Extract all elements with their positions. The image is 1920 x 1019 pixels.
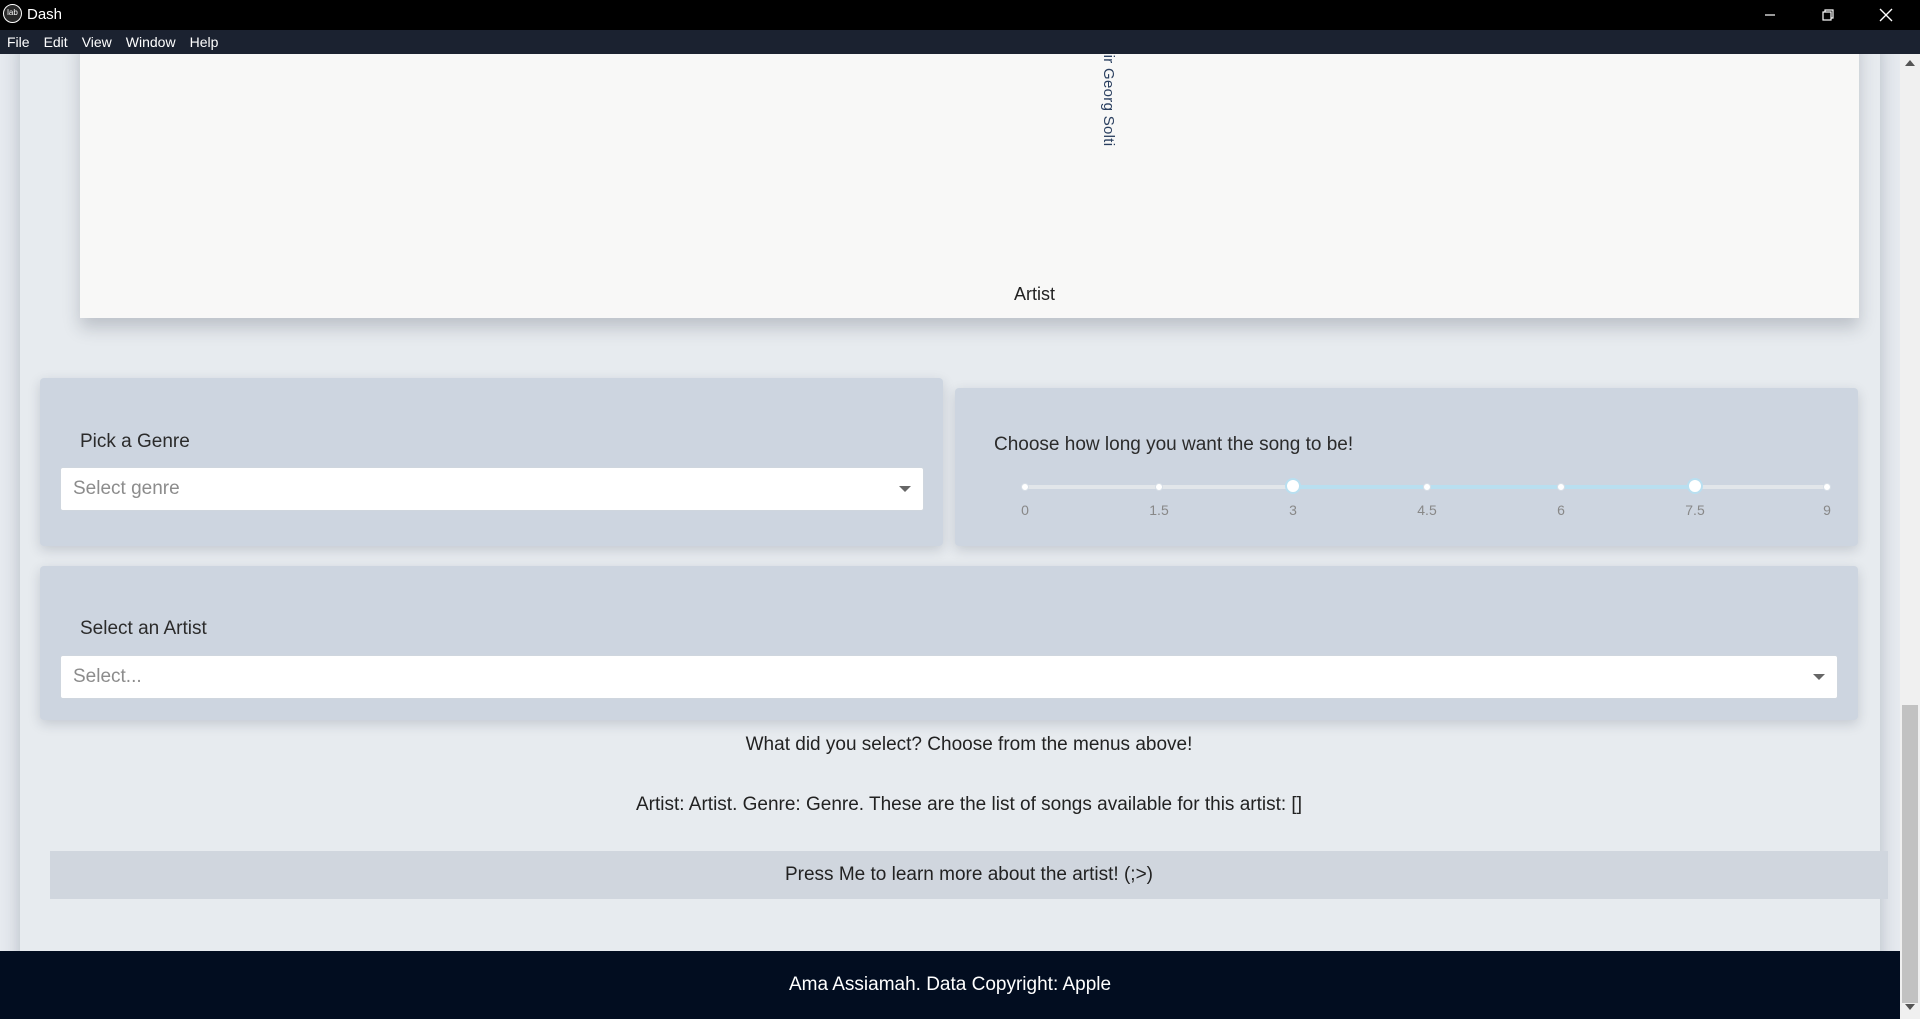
menu-edit[interactable]: Edit: [37, 30, 75, 54]
dash-lab-icon: lab: [3, 4, 22, 23]
artist-placeholder: Select...: [73, 666, 142, 687]
genre-dropdown[interactable]: Select genre: [60, 467, 924, 511]
duration-panel: Choose how long you want the song to be!: [955, 388, 1858, 546]
menu-file[interactable]: File: [0, 30, 37, 54]
slider-mark: 9: [1823, 502, 1831, 518]
slider-handle-max[interactable]: [1687, 478, 1703, 494]
slider-mark: 3: [1289, 502, 1297, 518]
slider-dot: [1155, 483, 1163, 491]
slider-mark: 7.5: [1685, 502, 1705, 518]
menu-view[interactable]: View: [75, 30, 119, 54]
selection-result: Artist: Artist. Genre: Genre. These are …: [636, 794, 1302, 815]
close-icon: [1879, 8, 1893, 22]
close-button[interactable]: [1858, 0, 1914, 30]
chevron-down-icon: [1813, 674, 1825, 680]
artist-dropdown[interactable]: Select...: [60, 655, 1838, 699]
menu-bar: File Edit View Window Help: [0, 30, 1920, 54]
x-tick-label: ony Orchestra & Sir Georg Solti: [1100, 54, 1118, 271]
artist-label: Select an Artist: [80, 618, 207, 639]
restore-button[interactable]: [1800, 0, 1856, 30]
slider-mark: 6: [1557, 502, 1565, 518]
menu-window[interactable]: Window: [119, 30, 183, 54]
artist-bar-chart[interactable]: ony Orchestra & Sir Georg Solti Artist: [80, 54, 1859, 318]
slider-dot: [1823, 483, 1831, 491]
scroll-up-arrow-icon[interactable]: [1905, 60, 1915, 66]
app-content[interactable]: ony Orchestra & Sir Georg Solti Artist P…: [0, 54, 1900, 1019]
slider-mark: 1.5: [1149, 502, 1169, 518]
footer: Ama Assiamah. Data Copyright: Apple: [0, 951, 1900, 1019]
learn-more-button[interactable]: Press Me to learn more about the artist!…: [50, 851, 1888, 899]
genre-placeholder: Select genre: [73, 478, 180, 499]
chevron-down-icon: [899, 486, 911, 492]
duration-label: Choose how long you want the song to be!: [994, 434, 1354, 455]
x-axis-title: Artist: [1014, 284, 1056, 304]
x-tick-label-text: ony Orchestra & Sir Georg Solti: [1100, 54, 1117, 146]
slider-dot: [1557, 483, 1565, 491]
title-bar: lab Dash: [0, 0, 1920, 30]
selection-prompt: What did you select? Choose from the men…: [745, 734, 1193, 755]
minimize-button[interactable]: [1742, 0, 1798, 30]
restore-icon: [1822, 9, 1834, 21]
slider-handle-min[interactable]: [1285, 478, 1301, 494]
menu-help[interactable]: Help: [183, 30, 226, 54]
duration-slider-range: [1293, 485, 1695, 489]
slider-dot: [1423, 483, 1431, 491]
minimize-icon: [1765, 14, 1775, 16]
slider-mark: 4.5: [1417, 502, 1437, 518]
scroll-down-arrow-icon[interactable]: [1905, 1004, 1915, 1010]
window-title: Dash: [27, 6, 63, 23]
page-scrollbar[interactable]: [1900, 54, 1920, 1019]
main-card: ony Orchestra & Sir Georg Solti Artist P…: [20, 54, 1888, 982]
slider-mark: 0: [1021, 502, 1029, 518]
genre-panel: Pick a Genre Select genre: [40, 378, 943, 546]
artist-panel: Select an Artist Select...: [40, 566, 1858, 720]
scroll-thumb[interactable]: [1902, 705, 1918, 1003]
slider-dot: [1021, 483, 1029, 491]
genre-label: Pick a Genre: [80, 431, 190, 452]
